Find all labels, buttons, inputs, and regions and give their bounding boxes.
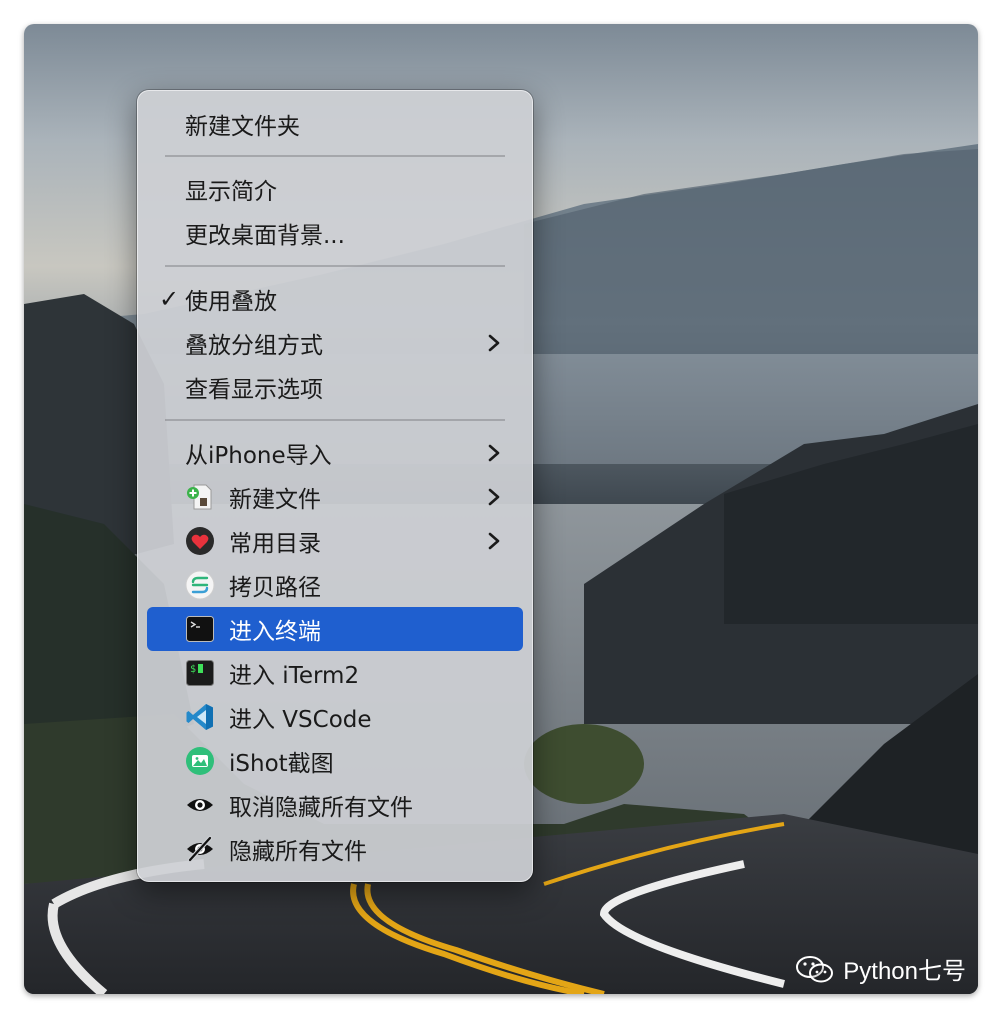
context-menu: 新建文件夹 显示简介 更改桌面背景... ✓ 使用叠放 叠放分组方式 查看显示选…: [137, 90, 533, 882]
menu-item-open-terminal[interactable]: 进入终端: [147, 607, 523, 651]
chevron-right-icon: [488, 444, 500, 462]
copy-path-icon: [185, 570, 215, 600]
menu-item-label: 取消隐藏所有文件: [229, 795, 413, 821]
menu-item-label: iShot截图: [229, 751, 334, 777]
menu-item-import-iphone[interactable]: 从iPhone导入: [147, 431, 523, 475]
wechat-icon: [796, 955, 834, 982]
vscode-icon: [186, 704, 213, 730]
menu-item-use-stacks[interactable]: ✓ 使用叠放: [147, 277, 523, 321]
menu-item-label: 新建文件夹: [185, 114, 300, 140]
watermark-text: Python七号: [843, 958, 966, 985]
menu-item-label: 叠放分组方式: [185, 333, 323, 359]
terminal-icon: [186, 616, 214, 642]
menu-item-label: 进入终端: [229, 619, 321, 645]
menu-separator: [165, 265, 505, 267]
chevron-right-icon: [488, 488, 500, 506]
menu-item-new-folder[interactable]: 新建文件夹: [147, 102, 523, 146]
chevron-right-icon: [488, 334, 500, 352]
menu-item-label: 查看显示选项: [185, 377, 323, 403]
eye-slash-icon: [187, 835, 213, 863]
heart-icon: [186, 527, 214, 555]
iterm-icon: $: [186, 660, 214, 686]
menu-item-group-stacks[interactable]: 叠放分组方式: [147, 321, 523, 365]
menu-item-label: 常用目录: [229, 531, 321, 557]
menu-separator: [165, 155, 505, 157]
menu-item-ishot[interactable]: iShot截图: [147, 739, 523, 783]
menu-item-label: 更改桌面背景...: [185, 223, 345, 249]
menu-item-label: 拷贝路径: [229, 575, 321, 601]
menu-item-get-info[interactable]: 显示简介: [147, 167, 523, 211]
watermark: Python七号: [795, 951, 966, 986]
menu-item-open-iterm[interactable]: $ 进入 iTerm2: [147, 651, 523, 695]
menu-item-unhide-all[interactable]: 取消隐藏所有文件: [147, 783, 523, 827]
menu-item-change-background[interactable]: 更改桌面背景...: [147, 211, 523, 255]
menu-item-new-file[interactable]: 新建文件: [147, 475, 523, 519]
menu-item-label: 进入 VSCode: [229, 707, 372, 733]
menu-item-label: 从iPhone导入: [185, 443, 332, 469]
menu-separator: [165, 419, 505, 421]
menu-item-label: 显示简介: [185, 179, 277, 205]
menu-item-copy-path[interactable]: 拷贝路径: [147, 563, 523, 607]
svg-text:$: $: [190, 664, 196, 675]
menu-item-hide-all[interactable]: 隐藏所有文件: [147, 827, 523, 871]
menu-item-common-dirs[interactable]: 常用目录: [147, 519, 523, 563]
menu-item-open-vscode[interactable]: 进入 VSCode: [147, 695, 523, 739]
checkmark-icon: ✓: [159, 285, 180, 313]
eye-icon: [187, 799, 213, 811]
menu-item-label: 隐藏所有文件: [229, 839, 367, 865]
new-file-icon: [187, 484, 212, 510]
menu-item-label: 使用叠放: [185, 289, 277, 315]
ishot-icon: [186, 747, 214, 775]
chevron-right-icon: [488, 532, 500, 550]
menu-item-label: 进入 iTerm2: [229, 663, 360, 689]
menu-item-view-options[interactable]: 查看显示选项: [147, 365, 523, 409]
menu-item-label: 新建文件: [229, 487, 321, 513]
